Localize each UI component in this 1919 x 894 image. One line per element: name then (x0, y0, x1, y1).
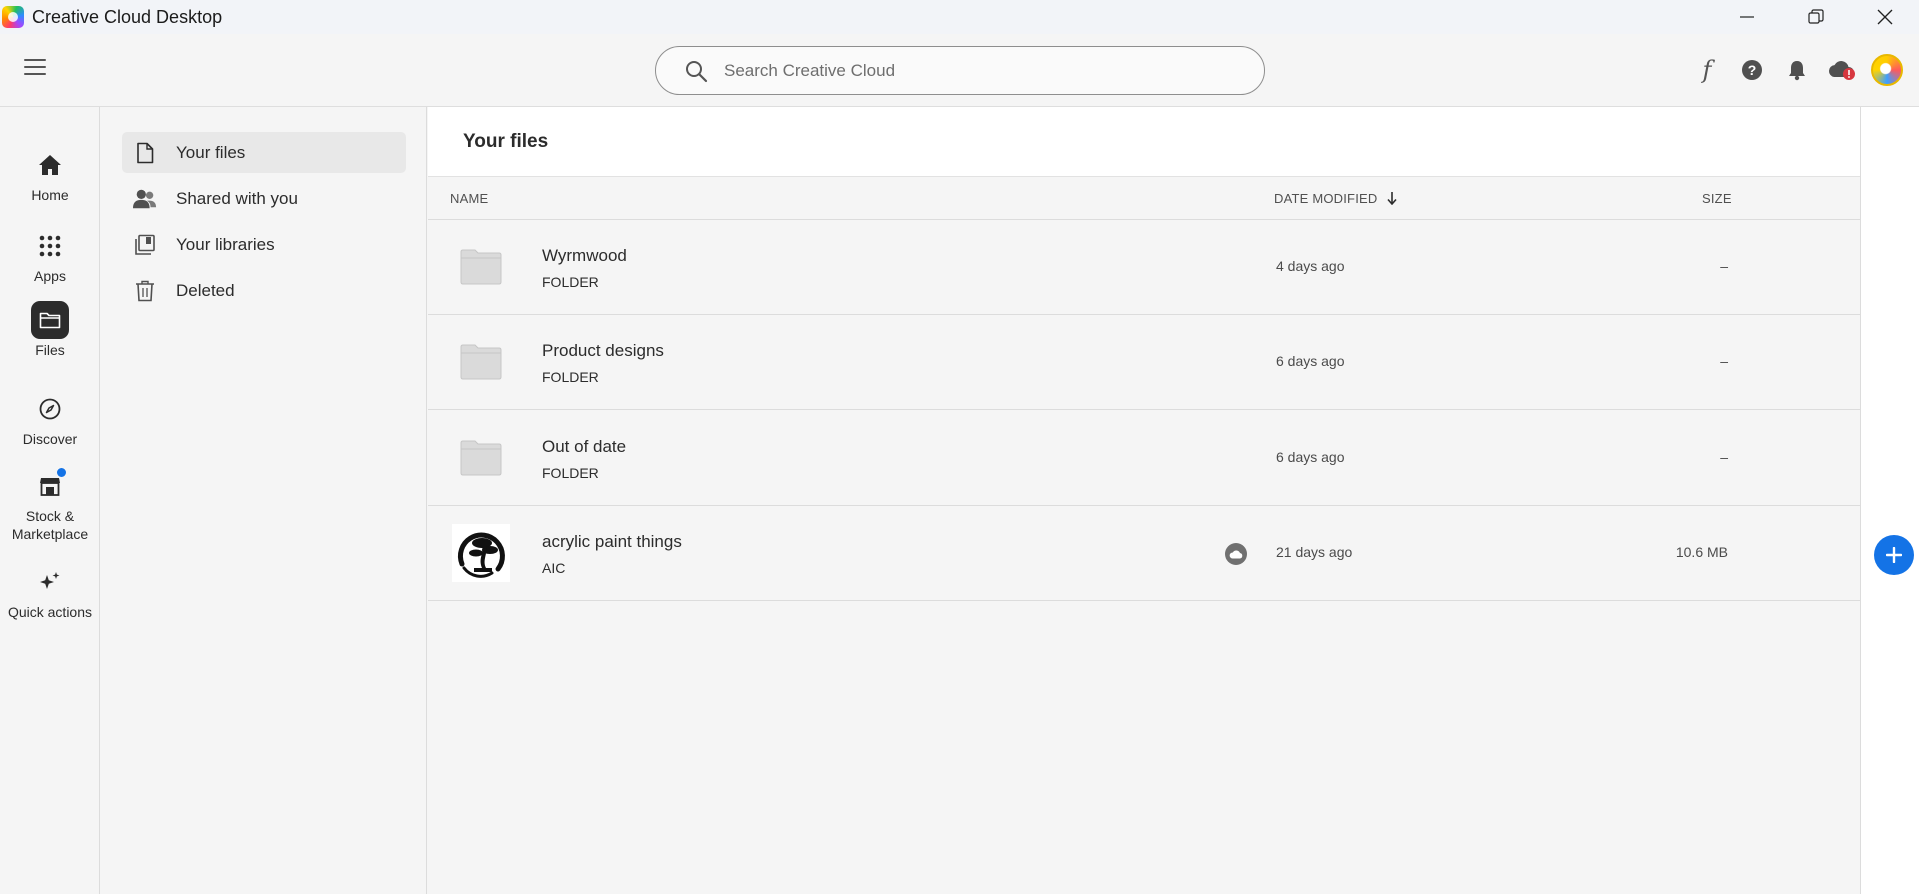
rail-label-discover: Discover (22, 431, 78, 447)
file-name: Out of date (542, 437, 627, 456)
minimize-button[interactable] (1712, 0, 1781, 34)
files-subnav: Your files Shared with you Your librarie… (101, 107, 427, 894)
creative-cloud-logo-icon (2, 6, 24, 28)
hamburger-menu-icon[interactable] (24, 59, 46, 79)
column-header-date-modified[interactable]: DATE MODIFIED (1274, 191, 1398, 206)
notifications-bell-icon[interactable] (1779, 52, 1815, 88)
rail-label-files: Files (35, 342, 65, 358)
table-row[interactable]: Wyrmwood FOLDER 4 days ago – (428, 220, 1860, 315)
title-bar: Creative Cloud Desktop (0, 0, 1919, 34)
folder-thumbnail-icon (452, 333, 510, 391)
file-name: Wyrmwood (542, 246, 627, 265)
file-name: acrylic paint things (542, 532, 682, 551)
folder-thumbnail-icon (452, 238, 510, 296)
window-controls (1712, 0, 1919, 34)
date-modified: 6 days ago (1276, 449, 1345, 465)
rail-label-quick-actions: Quick actions (7, 604, 93, 620)
file-type: AIC (542, 560, 566, 576)
svg-text:?: ? (1748, 62, 1757, 78)
files-main-panel: Your files NAME DATE MODIFIED SIZE Wyrmw… (428, 107, 1860, 894)
shared-users-icon (133, 187, 157, 211)
trash-icon (133, 279, 157, 303)
help-icon[interactable]: ? (1734, 52, 1770, 88)
page-title: Your files (463, 131, 549, 152)
rail-label-apps: Apps (34, 268, 66, 284)
table-row[interactable]: Out of date FOLDER 6 days ago – (428, 411, 1860, 506)
app-header: f ? (0, 34, 1919, 107)
column-header-date-label: DATE MODIFIED (1274, 191, 1378, 206)
rail-item-home[interactable]: Home (0, 146, 100, 204)
header-actions: f ? (1680, 52, 1905, 88)
file-size: – (1720, 258, 1728, 274)
minimize-icon (1739, 16, 1754, 18)
column-header-size[interactable]: SIZE (1702, 191, 1732, 206)
rail-label-stock: Stock & Marketplace (11, 508, 89, 542)
search-input[interactable] (724, 60, 1224, 81)
file-type: FOLDER (542, 465, 599, 481)
user-avatar[interactable] (1869, 52, 1905, 88)
date-modified: 21 days ago (1276, 544, 1353, 560)
subnav-shared-with-you[interactable]: Shared with you (122, 178, 406, 219)
file-type: FOLDER (542, 274, 599, 290)
rail-item-files[interactable]: Files (0, 301, 100, 359)
rail-item-quick-actions[interactable]: Quick actions (0, 563, 100, 621)
subnav-label: Your libraries (176, 234, 275, 254)
subnav-label: Your files (176, 142, 246, 162)
left-rail-nav: Home Apps Files Discover Stock & Marketp… (0, 107, 100, 894)
subnav-label: Deleted (176, 280, 235, 300)
subnav-deleted[interactable]: Deleted (122, 270, 406, 311)
table-row[interactable]: Product designs FOLDER 6 days ago – (428, 315, 1860, 410)
file-type: FOLDER (542, 369, 599, 385)
folder-thumbnail-icon (452, 429, 510, 487)
subnav-your-libraries[interactable]: Your libraries (122, 224, 406, 265)
files-table-header: NAME DATE MODIFIED SIZE (428, 177, 1860, 220)
rail-label-home: Home (31, 187, 69, 203)
subnav-your-files[interactable]: Your files (122, 132, 406, 173)
add-new-button[interactable] (1874, 535, 1914, 575)
libraries-icon (133, 233, 157, 257)
plus-icon (1886, 547, 1902, 563)
file-icon (133, 141, 157, 165)
date-modified: 6 days ago (1276, 353, 1345, 369)
file-size: – (1720, 449, 1728, 465)
cloud-synced-icon (1225, 543, 1247, 565)
home-icon (31, 146, 69, 184)
table-row[interactable]: acrylic paint things AIC 21 days ago 10.… (428, 506, 1860, 601)
close-icon (1877, 9, 1892, 25)
apps-grid-icon (31, 227, 69, 265)
search-bar[interactable] (655, 46, 1265, 95)
rail-item-discover[interactable]: Discover (0, 390, 100, 448)
subnav-label: Shared with you (176, 188, 298, 208)
sparkle-icon (31, 563, 69, 601)
right-side-panel (1860, 107, 1919, 894)
column-header-name[interactable]: NAME (450, 191, 488, 206)
fonts-icon[interactable]: f (1689, 52, 1725, 88)
restore-icon (1807, 9, 1824, 24)
file-size: – (1720, 353, 1728, 369)
cloud-sync-alert-icon[interactable] (1824, 52, 1860, 88)
compass-icon (31, 390, 69, 428)
date-modified: 4 days ago (1276, 258, 1345, 274)
file-size: 10.6 MB (1675, 544, 1728, 560)
bonsai-ink-thumbnail (452, 524, 510, 582)
main-header: Your files (428, 107, 1860, 177)
restore-button[interactable] (1781, 0, 1850, 34)
folder-icon (31, 301, 69, 339)
rail-item-stock-marketplace[interactable]: Stock & Marketplace (0, 467, 100, 543)
file-name: Product designs (542, 341, 664, 360)
search-icon (686, 60, 708, 82)
store-icon (31, 467, 69, 505)
app-title: Creative Cloud Desktop (32, 6, 223, 27)
sort-descending-arrow-icon (1387, 192, 1398, 205)
rail-item-apps[interactable]: Apps (0, 227, 100, 285)
new-badge-dot (56, 467, 67, 478)
close-button[interactable] (1850, 0, 1919, 34)
